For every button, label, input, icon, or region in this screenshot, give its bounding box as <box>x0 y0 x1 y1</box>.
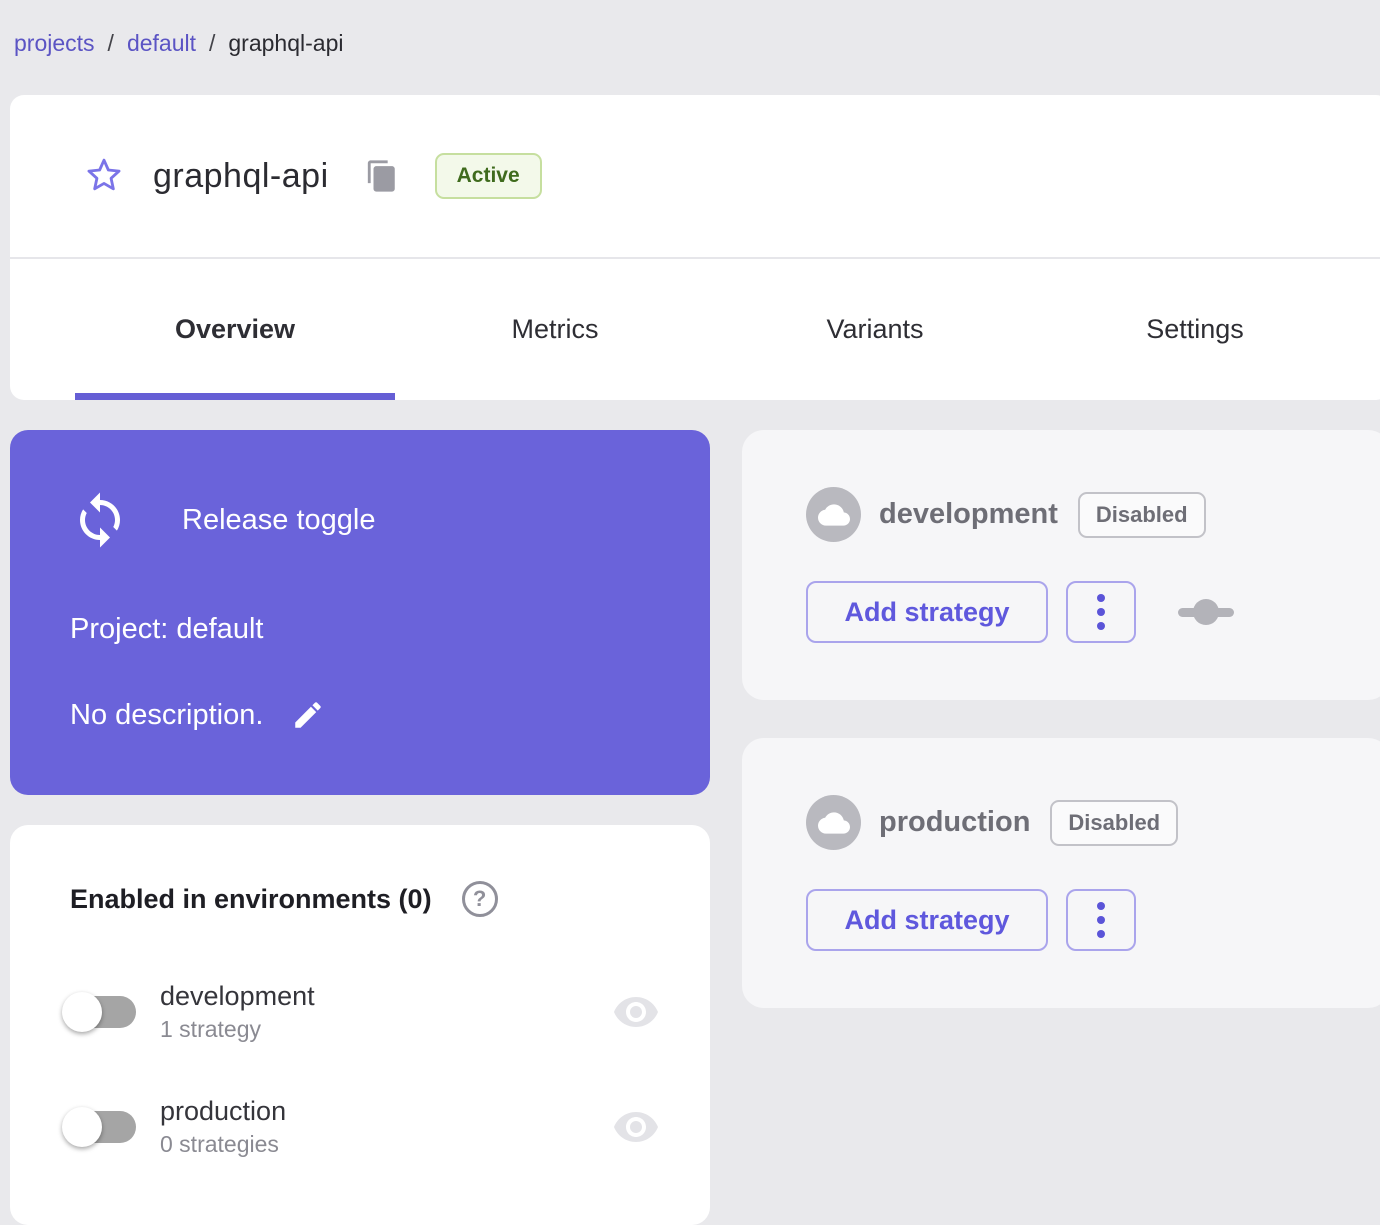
environment-card-name: development <box>879 498 1058 530</box>
toggle-type-label: Release toggle <box>182 503 376 536</box>
environment-card-actions: Add strategy <box>806 581 1234 643</box>
environment-row-production: production 0 strategies <box>10 1087 710 1167</box>
environment-card-development: development Disabled Add strategy <box>742 430 1380 700</box>
environment-card-name: production <box>879 806 1031 838</box>
kebab-icon <box>1097 594 1105 602</box>
environment-info: development 1 strategy <box>160 981 315 1043</box>
description-label: No description. <box>70 698 264 731</box>
environment-card-actions: Add strategy <box>806 889 1136 951</box>
status-badge: Active <box>434 153 542 199</box>
environment-strategy-count: 0 strategies <box>160 1131 279 1157</box>
toggle-overview-card: Release toggle Project: default No descr… <box>10 430 710 795</box>
environment-card-header: development Disabled <box>806 487 1206 542</box>
toggle-thumb <box>62 1107 102 1147</box>
active-tab-underline <box>75 393 395 400</box>
slider-icon <box>1178 599 1234 625</box>
favorite-star-icon[interactable] <box>85 157 123 195</box>
enabled-environments-header: Enabled in environments (0) ? <box>10 825 710 917</box>
eye-icon[interactable] <box>612 1103 660 1151</box>
environment-row-development: development 1 strategy <box>10 972 710 1052</box>
tab-label: Metrics <box>511 314 599 344</box>
feature-header-card: graphql-api Active Overview Metrics Vari… <box>10 95 1380 400</box>
help-question-icon[interactable]: ? <box>461 881 498 917</box>
breadcrumb-link-default[interactable]: default <box>127 30 196 57</box>
tab-settings[interactable]: Settings <box>1035 259 1355 400</box>
tab-label: Settings <box>1146 314 1244 344</box>
toggle-thumb <box>62 992 102 1032</box>
copy-icon[interactable] <box>365 159 399 193</box>
breadcrumb: projects / default / graphql-api <box>14 30 343 57</box>
add-strategy-button[interactable]: Add strategy <box>806 581 1048 643</box>
edit-pencil-icon[interactable] <box>291 698 325 732</box>
page-title: graphql-api <box>153 156 329 195</box>
environment-card-production: production Disabled Add strategy <box>742 738 1380 1008</box>
description-row: No description. <box>70 698 325 732</box>
environment-toggle-production[interactable] <box>62 1107 138 1147</box>
environment-name: production <box>160 1096 287 1126</box>
breadcrumb-link-projects[interactable]: projects <box>14 30 95 57</box>
add-strategy-button[interactable]: Add strategy <box>806 889 1048 951</box>
breadcrumb-separator: / <box>209 30 216 56</box>
tab-variants[interactable]: Variants <box>715 259 1035 400</box>
kebab-icon <box>1097 622 1105 630</box>
breadcrumb-current: graphql-api <box>228 30 344 56</box>
eye-icon[interactable] <box>612 988 660 1036</box>
tab-bar: Overview Metrics Variants Settings <box>75 259 1380 400</box>
environment-status-badge: Disabled <box>1050 799 1179 846</box>
toggle-type-row: Release toggle <box>70 490 375 550</box>
environment-toggle-development[interactable] <box>62 992 138 1032</box>
cloud-icon <box>806 487 861 542</box>
enabled-environments-heading: Enabled in environments (0) <box>70 883 432 914</box>
environment-status-badge: Disabled <box>1077 491 1206 538</box>
tab-metrics[interactable]: Metrics <box>395 259 715 400</box>
cloud-icon <box>806 795 861 850</box>
enabled-environments-panel: Enabled in environments (0) ? developmen… <box>10 825 710 1225</box>
kebab-icon <box>1097 930 1105 938</box>
more-actions-button[interactable] <box>1066 889 1136 951</box>
breadcrumb-separator: / <box>107 30 114 56</box>
feature-title-row: graphql-api Active <box>10 95 1380 257</box>
slider-knob <box>1193 599 1219 625</box>
tab-label: Overview <box>174 314 296 344</box>
tab-label: Variants <box>826 314 924 344</box>
more-actions-button[interactable] <box>1066 581 1136 643</box>
environment-card-header: production Disabled <box>806 795 1179 850</box>
loop-sync-icon <box>80 492 120 548</box>
project-label: Project: default <box>70 613 264 645</box>
kebab-icon <box>1097 608 1105 616</box>
tab-overview[interactable]: Overview <box>75 259 395 400</box>
environment-strategy-count: 1 strategy <box>160 1016 261 1042</box>
environment-info: production 0 strategies <box>160 1096 286 1158</box>
kebab-icon <box>1097 916 1105 924</box>
kebab-icon <box>1097 902 1105 910</box>
environment-name: development <box>160 981 315 1011</box>
